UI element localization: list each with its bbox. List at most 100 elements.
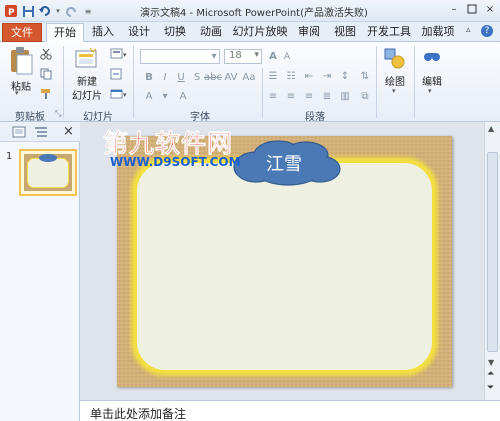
- drawing-dropdown-icon[interactable]: ▾: [392, 87, 396, 95]
- tab-view[interactable]: 视图: [328, 23, 362, 42]
- maximize-button[interactable]: [466, 3, 478, 15]
- tab-transitions[interactable]: 切换: [158, 23, 192, 42]
- character-spacing-icon[interactable]: AV: [224, 71, 238, 83]
- clear-formatting-icon[interactable]: A: [176, 90, 190, 102]
- window-title: 演示文稿4 - Microsoft PowerPoint(产品激活失败): [140, 8, 368, 19]
- clipboard-launcher-icon[interactable]: ⤡: [55, 109, 61, 119]
- thumbnail-background: [24, 154, 72, 191]
- slide-number: 1: [6, 151, 13, 162]
- justify-icon[interactable]: ≣: [320, 90, 334, 102]
- tab-file[interactable]: 文件: [2, 23, 42, 42]
- paragraph-group-label: 段落: [305, 112, 325, 123]
- shapes-icon[interactable]: [384, 48, 406, 73]
- bullets-icon[interactable]: ☰: [266, 70, 280, 82]
- strikethrough-icon[interactable]: abc: [204, 71, 222, 83]
- powerpoint-logo-icon[interactable]: P: [4, 4, 18, 18]
- new-slide-label-line2: 幻灯片: [72, 91, 102, 102]
- title-bar: P ▾ ≡ 演示文稿4 - Microsoft PowerPoint(产品激活失…: [0, 0, 500, 22]
- reset-icon[interactable]: [110, 68, 122, 83]
- font-size-dropdown-icon[interactable]: ▾: [254, 50, 259, 60]
- help-icon[interactable]: ?: [481, 25, 493, 37]
- outline-tab-icon[interactable]: [34, 126, 48, 141]
- align-right-icon[interactable]: ≡: [302, 90, 316, 102]
- line-spacing-icon[interactable]: ↕: [338, 70, 352, 82]
- close-button[interactable]: ×: [484, 3, 496, 15]
- font-size-value: 18: [229, 50, 242, 61]
- undo-dropdown-icon[interactable]: ▾: [55, 4, 61, 18]
- notes-placeholder[interactable]: 单击此处添加备注: [90, 405, 186, 421]
- paste-label: 粘贴: [11, 82, 31, 93]
- cut-icon[interactable]: [40, 48, 52, 63]
- align-left-icon[interactable]: ≡: [266, 90, 280, 102]
- cloud-text[interactable]: 江雪: [254, 150, 314, 176]
- scroll-up-icon[interactable]: ▲: [488, 124, 494, 133]
- group-divider: [63, 46, 64, 118]
- close-panel-icon[interactable]: ×: [63, 124, 74, 139]
- svg-text:▾: ▾: [123, 51, 127, 59]
- window-controls: – ×: [448, 3, 496, 15]
- tab-animations[interactable]: 动画: [194, 23, 228, 42]
- slides-group-label: 幻灯片: [83, 112, 113, 123]
- thumbnail-frame: [27, 158, 69, 188]
- scroll-thumb[interactable]: [487, 152, 498, 352]
- format-painter-icon[interactable]: [40, 88, 52, 103]
- panel-tabs: ×: [0, 122, 80, 142]
- tab-developer[interactable]: 开发工具: [364, 23, 414, 42]
- next-slide-icon[interactable]: ⏷: [487, 384, 494, 393]
- font-group-label: 字体: [190, 112, 210, 123]
- columns-icon[interactable]: ▥: [338, 90, 352, 102]
- copy-icon[interactable]: [40, 68, 52, 83]
- text-shadow-icon[interactable]: S: [190, 71, 204, 83]
- slides-panel: × 1: [0, 122, 80, 421]
- new-slide-label-line1: 新建: [77, 77, 97, 88]
- scroll-down-icon[interactable]: ▼: [488, 358, 494, 367]
- svg-text:▾: ▾: [123, 91, 127, 99]
- paste-dropdown-icon[interactable]: ▾: [15, 89, 19, 97]
- underline-icon[interactable]: U: [174, 71, 188, 83]
- vertical-scrollbar[interactable]: ▲ ▼ ⏶ ⏷: [484, 122, 500, 400]
- ribbon: 粘贴 ▾ 剪贴板 ⤡ 新建 幻灯片 ▾ ▾ 幻灯片 ▾ 18 ▾ A A B I…: [0, 42, 500, 123]
- font-name-dropdown-icon[interactable]: ▾: [207, 50, 221, 62]
- find-icon[interactable]: [422, 48, 442, 71]
- tab-add-ins[interactable]: 加载项: [418, 23, 458, 42]
- font-color-dropdown-icon[interactable]: ▾: [158, 90, 172, 102]
- slides-tab-icon[interactable]: [12, 126, 26, 141]
- editing-dropdown-icon[interactable]: ▾: [428, 87, 432, 95]
- bold-icon[interactable]: B: [142, 71, 156, 83]
- group-divider: [414, 46, 415, 118]
- align-center-icon[interactable]: ≡: [284, 90, 298, 102]
- tab-home[interactable]: 开始: [46, 23, 84, 42]
- ribbon-tabs: 文件 开始 插入 设计 切换 动画 幻灯片放映 审阅 视图 开发工具 加载项 ▵…: [0, 22, 500, 42]
- paste-button[interactable]: [8, 46, 34, 79]
- text-direction-icon[interactable]: ⇅: [358, 70, 372, 82]
- font-color-icon[interactable]: A: [142, 90, 156, 102]
- save-icon[interactable]: [21, 4, 35, 18]
- decrease-indent-icon[interactable]: ⇤: [302, 70, 316, 82]
- increase-indent-icon[interactable]: ⇥: [320, 70, 334, 82]
- group-divider: [133, 46, 134, 118]
- layout-icon[interactable]: ▾: [110, 48, 128, 63]
- italic-icon[interactable]: I: [158, 71, 172, 83]
- customize-qat-icon[interactable]: ≡: [81, 4, 95, 18]
- group-divider: [376, 46, 377, 118]
- undo-icon[interactable]: [38, 4, 52, 18]
- tab-insert[interactable]: 插入: [86, 23, 120, 42]
- svg-text:P: P: [8, 8, 15, 18]
- shrink-font-icon[interactable]: A: [280, 51, 294, 63]
- font-size-combobox[interactable]: 18 ▾: [224, 49, 262, 64]
- tab-review[interactable]: 审阅: [292, 23, 326, 42]
- minimize-ribbon-icon[interactable]: ▵: [466, 25, 471, 35]
- slide-thumbnail[interactable]: [19, 149, 77, 196]
- section-icon[interactable]: ▾: [110, 88, 128, 103]
- tab-slide-show[interactable]: 幻灯片放映: [230, 23, 290, 42]
- change-case-icon[interactable]: Aa: [242, 71, 256, 83]
- new-slide-button[interactable]: [74, 47, 98, 73]
- grow-font-icon[interactable]: A: [266, 50, 280, 62]
- tab-design[interactable]: 设计: [122, 23, 156, 42]
- previous-slide-icon[interactable]: ⏶: [487, 370, 494, 379]
- redo-icon[interactable]: [64, 4, 78, 18]
- numbering-icon[interactable]: ☷: [284, 70, 298, 82]
- minimize-button[interactable]: –: [448, 3, 460, 15]
- content-frame[interactable]: [135, 161, 434, 372]
- smartart-icon[interactable]: ⧉: [358, 90, 372, 102]
